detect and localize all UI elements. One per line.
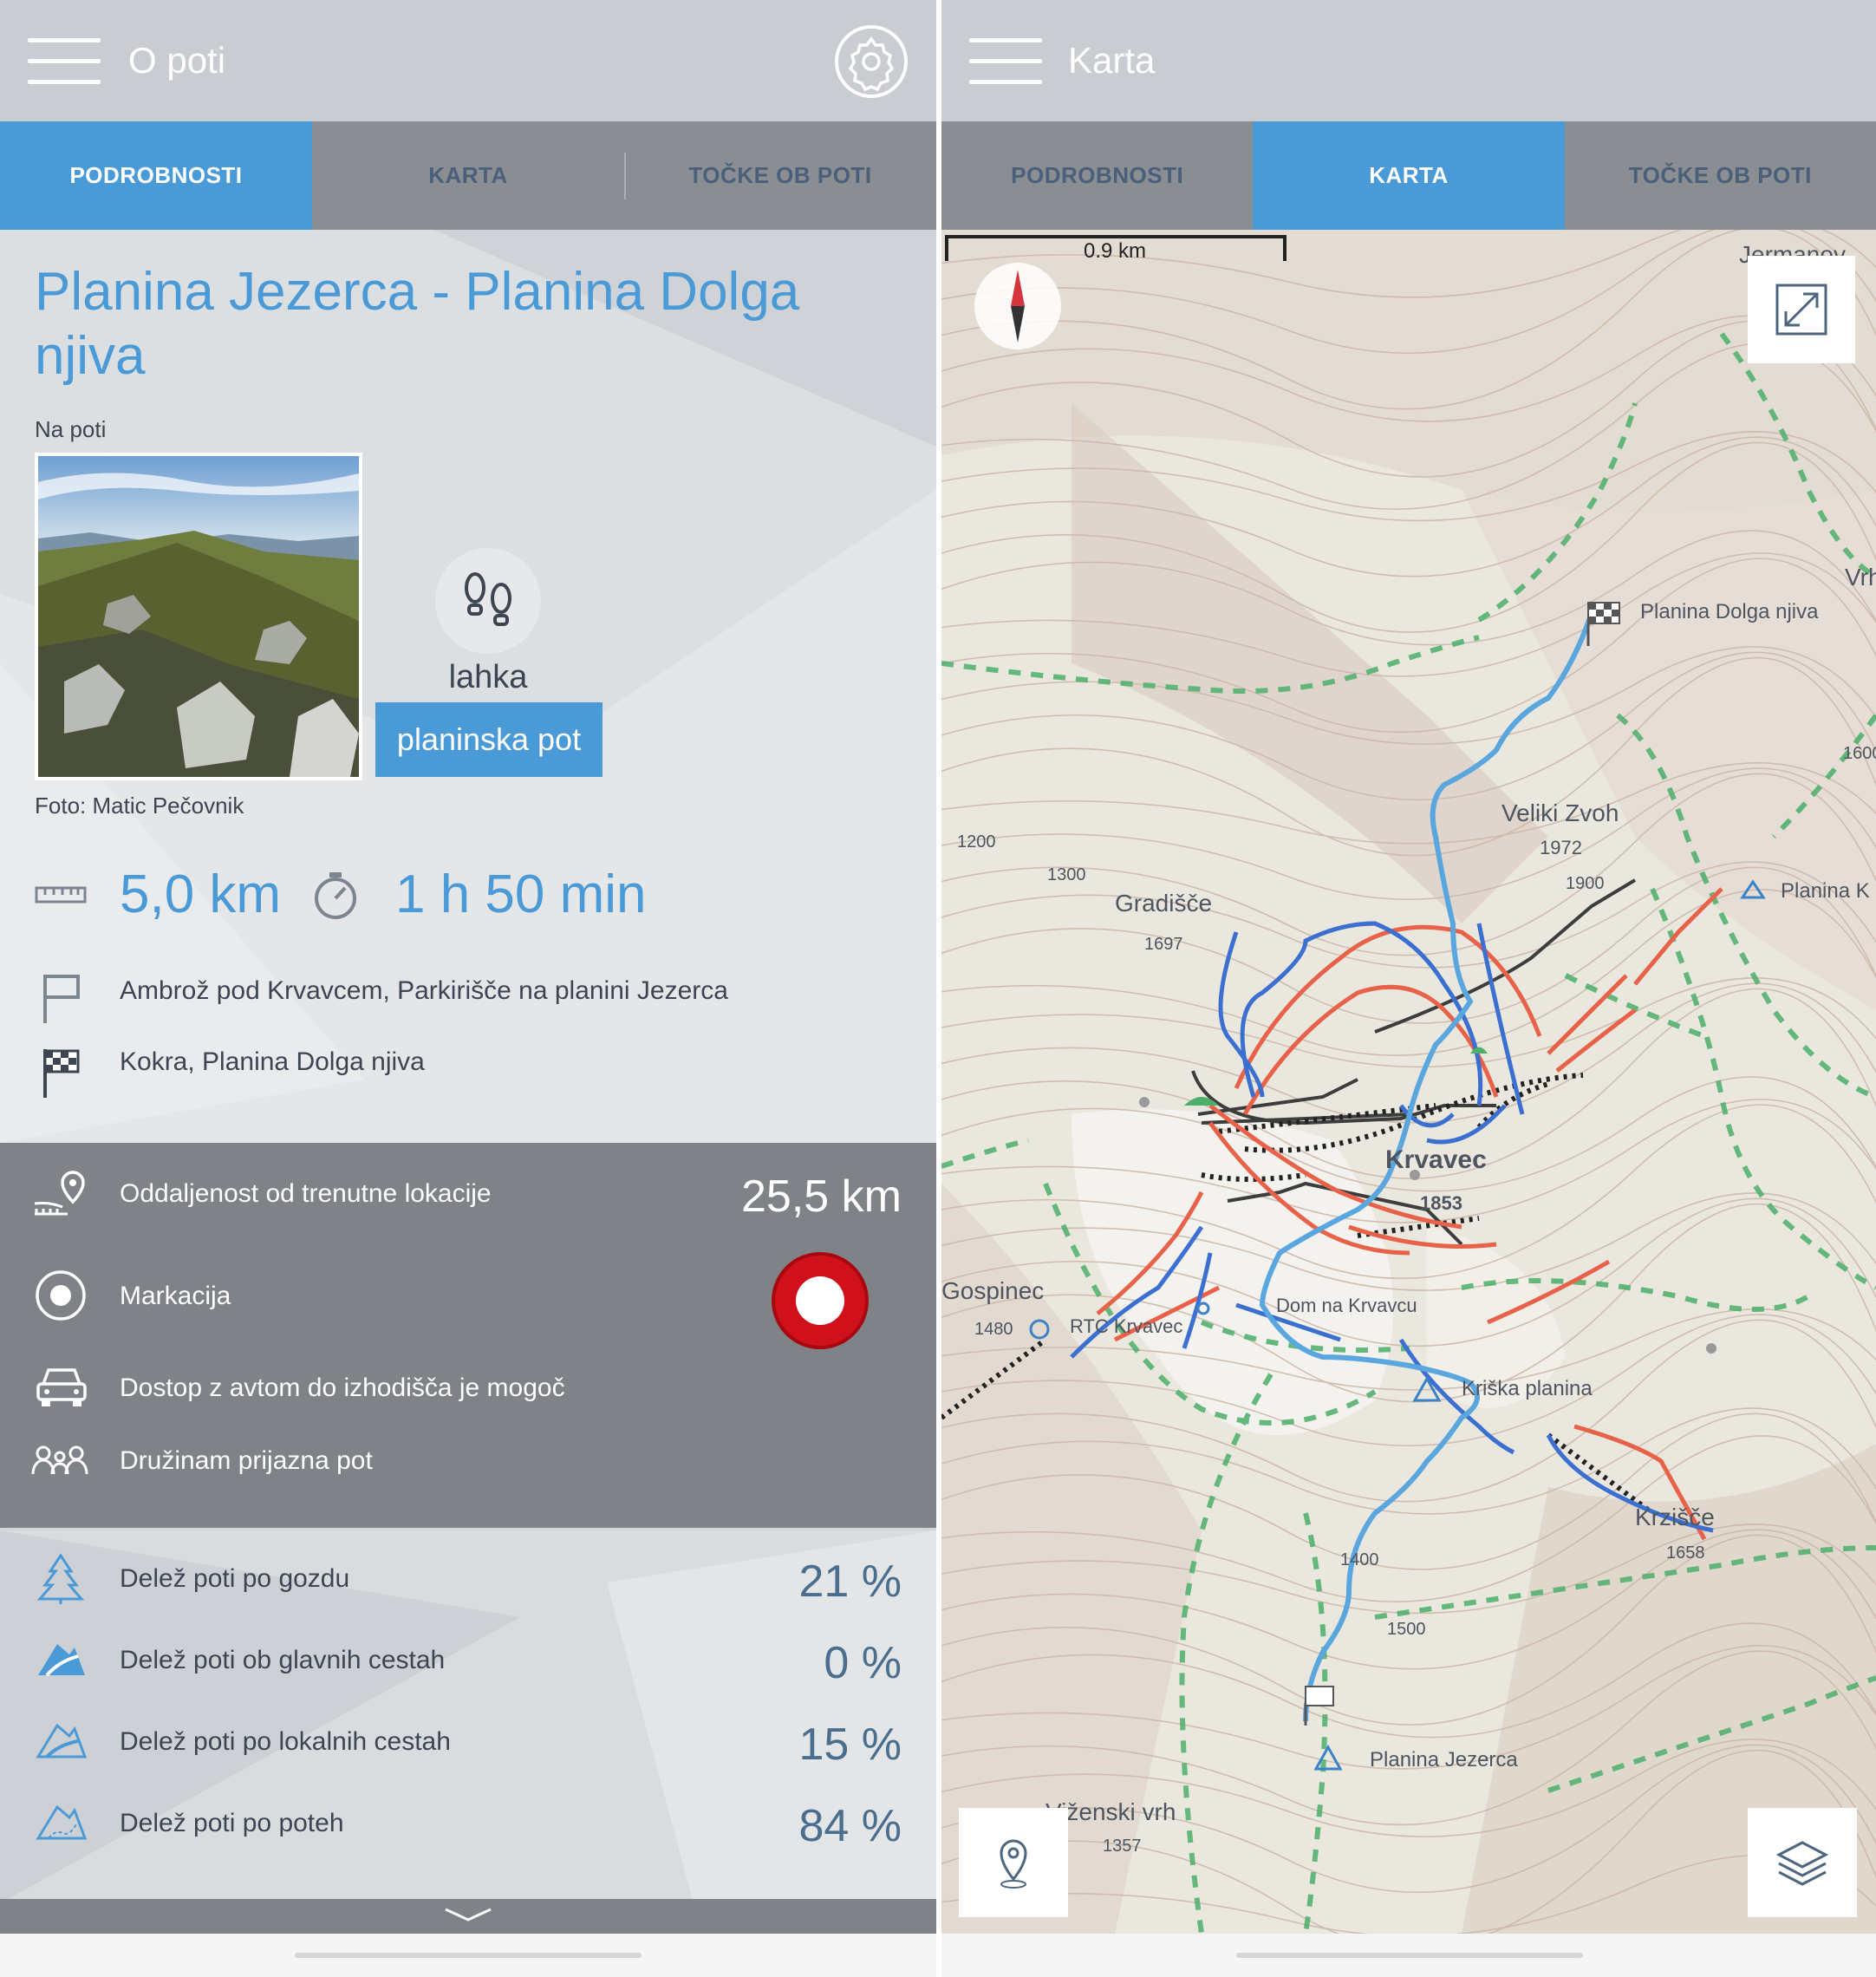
tab-podrobnosti[interactable]: PODROBNOSTI xyxy=(941,121,1253,230)
map-label-contour-1400: 1400 xyxy=(1340,1550,1379,1569)
tab-podrobnosti[interactable]: PODROBNOSTI xyxy=(0,121,312,230)
route-title: Planina Jezerca - Planina Dolga njiva xyxy=(35,262,800,386)
compass-icon xyxy=(1011,270,1025,343)
home-indicator[interactable] xyxy=(295,1953,642,1958)
finish-flag-icon xyxy=(43,1049,80,1098)
share-main-roads-value: 0 % xyxy=(824,1638,902,1688)
location-pin-icon xyxy=(1000,1839,1027,1889)
trail-map-screen: Karta PODROBNOSTI KARTA TOČKE OB POTI Je… xyxy=(941,0,1876,1977)
trail-icon xyxy=(36,1804,87,1840)
route-properties-panel: Oddaljenost od trenutne lokacije 25,5 km… xyxy=(0,1143,936,1528)
map-label-vrh: Vrh xyxy=(1845,564,1876,590)
tab-bar: PODROBNOSTI KARTA TOČKE OB POTI xyxy=(0,121,936,230)
map-label-dom-na-krvavcu: Dom na Krvavcu xyxy=(1276,1295,1417,1316)
tab-tocke-ob-poti[interactable]: TOČKE OB POTI xyxy=(624,121,936,230)
tab-karta[interactable]: KARTA xyxy=(1253,121,1565,230)
map-label-dolga-njiva: Planina Dolga njiva xyxy=(1640,600,1819,623)
share-main-roads-label: Delež poti ob glavnih cestah xyxy=(120,1646,446,1674)
difficulty-badge xyxy=(435,548,541,654)
photo-credit: Foto: Matic Pečovnik xyxy=(35,793,244,819)
map-label-veliki-zvoh-elev: 1972 xyxy=(1540,837,1582,858)
trail-marking-symbol xyxy=(772,1252,869,1349)
map-label-contour-1300: 1300 xyxy=(1047,865,1086,884)
map-label-gradisce-elev: 1697 xyxy=(1144,935,1183,954)
chevron-down-icon[interactable] xyxy=(442,1906,494,1923)
topographic-map[interactable]: Jermanov Vrh Planina Dolga njiva Veliki … xyxy=(941,230,1876,1934)
distance-from-location-value: 25,5 km xyxy=(741,1171,902,1222)
share-local-roads-label: Delež poti po lokalnih cestah xyxy=(120,1727,451,1756)
map-label-rtc-krvavec: RTC Krvavec xyxy=(1070,1315,1182,1337)
map-label-krzisce: Krzišče xyxy=(1635,1504,1715,1530)
start-flag-icon xyxy=(43,975,80,1023)
tab-tocke-ob-poti[interactable]: TOČKE OB POTI xyxy=(1565,121,1876,230)
map-label-gradisce: Gradišče xyxy=(1115,890,1212,917)
map-layers-button[interactable] xyxy=(1748,1808,1857,1917)
map-label-kriska-planina: Kriška planina xyxy=(1462,1377,1593,1400)
marking-label: Markacija xyxy=(120,1282,231,1310)
route-type-badge: planinska pot xyxy=(375,702,603,777)
local-road-icon xyxy=(36,1723,87,1758)
map-label-contour-1500: 1500 xyxy=(1387,1620,1426,1639)
fullscreen-button[interactable] xyxy=(1748,256,1855,363)
route-distance: 5,0 km xyxy=(120,865,282,924)
family-friendly-label: Družinam prijazna pot xyxy=(120,1446,373,1475)
gear-icon[interactable] xyxy=(834,24,909,99)
end-point: Kokra, Planina Dolga njiva xyxy=(120,1047,425,1076)
app-bar: O poti xyxy=(0,0,936,121)
share-forest-label: Delež poti po gozdu xyxy=(120,1564,350,1593)
tab-karta[interactable]: KARTA xyxy=(312,121,624,230)
app-bar: Karta xyxy=(941,0,1876,121)
share-trails-value: 84 % xyxy=(798,1801,902,1851)
share-trails-label: Delež poti po poteh xyxy=(120,1809,344,1837)
my-location-button[interactable] xyxy=(959,1808,1068,1917)
map-canvas: Jermanov Vrh Planina Dolga njiva Veliki … xyxy=(941,230,1876,1934)
page-title: O poti xyxy=(128,40,226,81)
map-label-contour-1600: 1600 xyxy=(1843,744,1876,763)
car-icon xyxy=(36,1368,87,1406)
map-label-contour-1200: 1200 xyxy=(957,832,996,851)
map-label-planina-k: Planina K xyxy=(1781,879,1870,903)
map-label-veliki-zvoh: Veliki Zvoh xyxy=(1501,799,1619,826)
compass-button[interactable] xyxy=(974,263,1061,349)
map-label-krvavec: Krvavec xyxy=(1385,1145,1487,1174)
map-label-krzisce-elev: 1658 xyxy=(1666,1543,1705,1563)
map-label-contour-1900: 1900 xyxy=(1566,874,1605,893)
distance-from-location-label: Oddaljenost od trenutne lokacije xyxy=(120,1179,492,1208)
hamburger-menu-icon[interactable] xyxy=(28,38,101,85)
share-local-roads-value: 15 % xyxy=(798,1719,902,1770)
ruler-icon xyxy=(35,886,87,904)
scale-label: 0.9 km xyxy=(1084,239,1146,263)
map-label-vizenski-vrh-elev: 1357 xyxy=(1103,1837,1142,1856)
page-title: Karta xyxy=(1068,40,1156,81)
home-indicator[interactable] xyxy=(1236,1953,1583,1958)
mountain-landscape-image xyxy=(38,456,359,777)
map-label-gospinec: Gospinec xyxy=(941,1277,1044,1304)
difficulty-label: lahka xyxy=(448,659,528,695)
expand-handle-bar[interactable] xyxy=(0,1899,936,1934)
tab-bar: PODROBNOSTI KARTA TOČKE OB POTI xyxy=(941,121,1876,230)
route-duration: 1 h 50 min xyxy=(395,865,647,924)
layers-icon xyxy=(1775,1841,1829,1886)
map-label-krvavec-elev: 1853 xyxy=(1420,1192,1462,1214)
photo-caption: Na poti xyxy=(35,416,107,442)
trail-details-screen: O poti PODROBNOSTI KARTA TOČKE OB POTI P… xyxy=(0,0,936,1977)
marking-icon xyxy=(36,1270,86,1321)
stopwatch-icon xyxy=(315,872,356,919)
hamburger-menu-icon[interactable] xyxy=(969,38,1042,85)
family-icon xyxy=(31,1445,88,1475)
footprints-icon xyxy=(465,572,511,626)
main-road-icon xyxy=(38,1644,85,1677)
distance-location-icon xyxy=(34,1171,85,1216)
map-label-planina-jezerca: Planina Jezerca xyxy=(1370,1748,1518,1771)
forest-tree-icon xyxy=(36,1553,85,1604)
start-point: Ambrož pod Krvavcem, Parkirišče na plani… xyxy=(120,976,728,1005)
share-forest-value: 21 % xyxy=(798,1556,902,1607)
expand-icon xyxy=(1775,284,1827,336)
route-photo[interactable] xyxy=(35,453,362,780)
map-label-gospinec-elev: 1480 xyxy=(974,1320,1013,1339)
car-access-label: Dostop z avtom do izhodišča je mogoč xyxy=(120,1373,565,1402)
